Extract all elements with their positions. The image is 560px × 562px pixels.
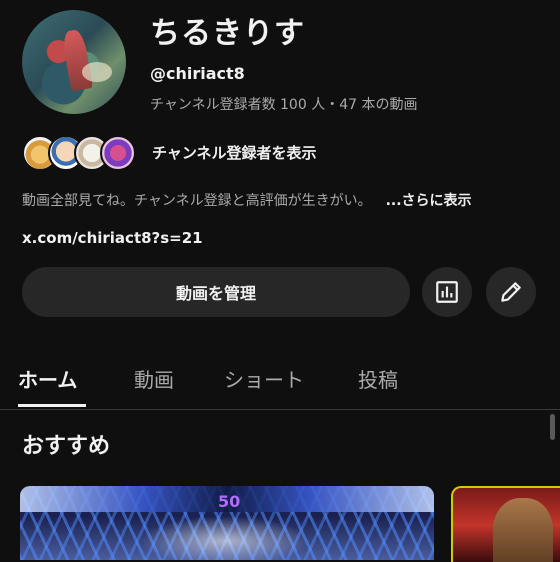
subscriber-avatars (22, 134, 136, 171)
channel-link[interactable]: x.com/chiriact8?s=21 (22, 229, 203, 247)
tab-shorts[interactable]: ショート (224, 364, 304, 393)
thumbnail-timer-text: 50 (218, 492, 241, 511)
analytics-button[interactable] (422, 267, 472, 317)
active-tab-indicator (18, 404, 86, 407)
subscriber-avatar (100, 135, 136, 171)
channel-description: 動画全部見てね。チャンネル登録と高評価が生きがい。 ...さらに表示 (22, 190, 542, 210)
pencil-icon (501, 282, 521, 302)
more-link[interactable]: ...さらに表示 (386, 193, 472, 209)
show-subscribers-link[interactable]: チャンネル登録者を表示 (152, 142, 317, 163)
manage-videos-label: 動画を管理 (175, 284, 256, 303)
tabs-divider (0, 409, 560, 410)
scrollbar[interactable] (550, 414, 555, 440)
edit-button[interactable] (486, 267, 536, 317)
section-title: おすすめ (22, 434, 111, 459)
avatar-detail (82, 62, 112, 82)
channel-stats: チャンネル登録者数 100 人・47 本の動画 (150, 97, 418, 113)
tab-posts[interactable]: 投稿 (358, 364, 398, 393)
channel-avatar[interactable] (22, 10, 126, 114)
manage-videos-button[interactable]: 動画を管理 (22, 267, 410, 317)
channel-tabs: ホーム 動画 ショート 投稿 (0, 350, 560, 410)
tab-home[interactable]: ホーム (18, 364, 77, 393)
description-text: 動画全部見てね。チャンネル登録と高評価が生きがい。 (22, 193, 372, 209)
video-thumbnail[interactable] (451, 486, 560, 562)
thumbnail-effect (140, 516, 310, 560)
thumbnail-character (493, 498, 553, 562)
bar-chart-icon (436, 281, 458, 303)
channel-name: ちるきりす (150, 16, 305, 51)
video-thumbnail[interactable]: 50 (20, 486, 434, 560)
avatar-figure (60, 28, 94, 92)
channel-handle: @chiriact8 (150, 64, 245, 83)
tab-videos[interactable]: 動画 (134, 364, 174, 393)
subscribers-row[interactable]: チャンネル登録者を表示 (22, 134, 317, 171)
